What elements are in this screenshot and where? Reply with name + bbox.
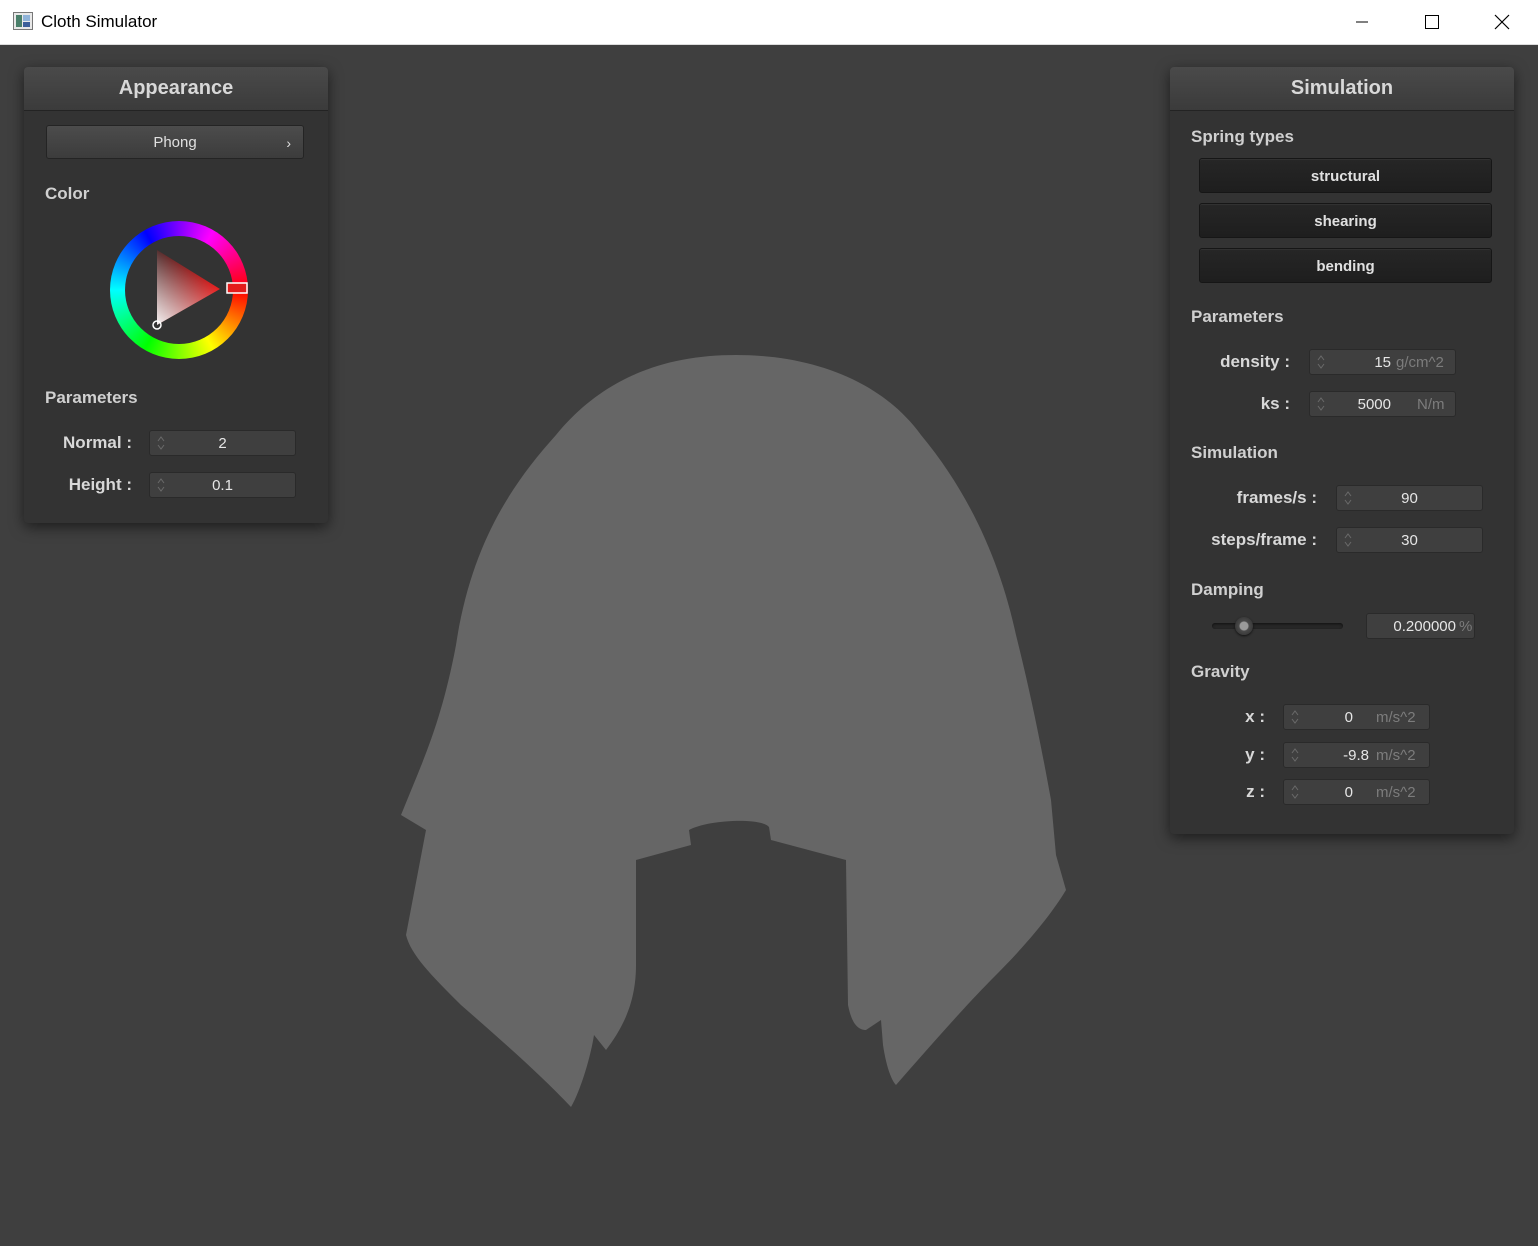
ks-label: ks : <box>1260 394 1290 413</box>
steps-value: 30 <box>1401 532 1418 549</box>
color-section-label: Color <box>45 184 90 203</box>
normal-label: Normal : <box>63 433 132 452</box>
color-wheel[interactable] <box>110 221 248 359</box>
spinner-icon[interactable] <box>1290 746 1300 764</box>
spinner-icon[interactable] <box>1316 353 1326 371</box>
normal-value: 2 <box>218 435 227 452</box>
spinner-icon[interactable] <box>1290 708 1300 726</box>
damping-slider[interactable] <box>1212 615 1343 637</box>
minimize-icon <box>1356 21 1368 23</box>
frames-value: 90 <box>1401 490 1418 507</box>
ks-input[interactable]: 5000 N/m <box>1309 391 1456 417</box>
density-input[interactable]: 15 g/cm^2 <box>1309 349 1456 375</box>
appearance-parameters-label: Parameters <box>45 388 138 407</box>
normal-input[interactable]: 2 <box>149 430 296 456</box>
steps-input[interactable]: 30 <box>1336 527 1483 553</box>
chevron-right-icon: › <box>286 135 291 151</box>
gravity-x-unit: m/s^2 <box>1376 709 1416 726</box>
maximize-button[interactable] <box>1397 0 1467 44</box>
close-icon <box>1494 14 1510 30</box>
app-icon <box>13 12 33 30</box>
damping-value: 0.200000 <box>1393 618 1456 635</box>
spinner-icon[interactable] <box>1316 395 1326 413</box>
minimize-button[interactable] <box>1327 0 1397 44</box>
close-button[interactable] <box>1467 0 1537 44</box>
gravity-z-input[interactable]: 0 m/s^2 <box>1283 779 1430 805</box>
frames-label: frames/s : <box>1236 488 1317 507</box>
density-unit: g/cm^2 <box>1396 354 1444 371</box>
structural-toggle-button[interactable]: structural <box>1199 158 1492 193</box>
height-input[interactable]: 0.1 <box>149 472 296 498</box>
spinner-icon[interactable] <box>1290 783 1300 801</box>
slider-track <box>1212 623 1343 629</box>
simulation-section-label: Simulation <box>1191 443 1278 462</box>
density-label: density : <box>1220 352 1290 371</box>
damping-unit: % <box>1459 618 1473 635</box>
gravity-z-label: z : <box>1246 782 1265 801</box>
gravity-x-value: 0 <box>1344 709 1353 726</box>
damping-label: Damping <box>1191 580 1264 599</box>
saturation-triangle[interactable] <box>110 221 248 359</box>
simulation-panel: Simulation Spring types structural shear… <box>1170 67 1514 834</box>
damping-input[interactable]: 0.200000 % <box>1366 613 1475 639</box>
gravity-x-label: x : <box>1245 707 1265 726</box>
window-title: Cloth Simulator <box>41 12 158 31</box>
height-label: Height : <box>68 475 132 494</box>
bending-toggle-button[interactable]: bending <box>1199 248 1492 283</box>
shearing-toggle-button[interactable]: shearing <box>1199 203 1492 238</box>
title-bar[interactable]: Cloth Simulator <box>0 0 1538 45</box>
simulation-header[interactable]: Simulation <box>1170 67 1514 111</box>
gravity-x-input[interactable]: 0 m/s^2 <box>1283 704 1430 730</box>
appearance-header[interactable]: Appearance <box>24 67 328 111</box>
steps-label: steps/frame : <box>1211 530 1317 549</box>
gravity-y-label: y : <box>1245 745 1265 764</box>
density-value: 15 <box>1374 354 1391 371</box>
gravity-label: Gravity <box>1191 662 1250 681</box>
slider-knob[interactable] <box>1235 617 1253 635</box>
ks-unit: N/m <box>1417 396 1445 413</box>
cloth-shape <box>401 355 1066 1107</box>
frames-input[interactable]: 90 <box>1336 485 1483 511</box>
hue-selector-marker <box>226 282 248 294</box>
gravity-y-unit: m/s^2 <box>1376 747 1416 764</box>
maximize-icon <box>1425 15 1439 29</box>
ks-value: 5000 <box>1357 396 1391 413</box>
shader-popup-button[interactable]: Phong › <box>46 125 304 159</box>
gravity-y-input[interactable]: -9.8 m/s^2 <box>1283 742 1430 768</box>
gravity-z-value: 0 <box>1344 784 1353 801</box>
gravity-z-unit: m/s^2 <box>1376 784 1416 801</box>
height-value: 0.1 <box>212 477 233 494</box>
shader-label: Phong <box>153 134 197 151</box>
gravity-y-value: -9.8 <box>1343 747 1369 764</box>
appearance-panel: Appearance Phong › Color Parameters Norm… <box>24 67 328 523</box>
spring-types-label: Spring types <box>1191 127 1294 146</box>
simulation-parameters-label: Parameters <box>1191 307 1284 326</box>
